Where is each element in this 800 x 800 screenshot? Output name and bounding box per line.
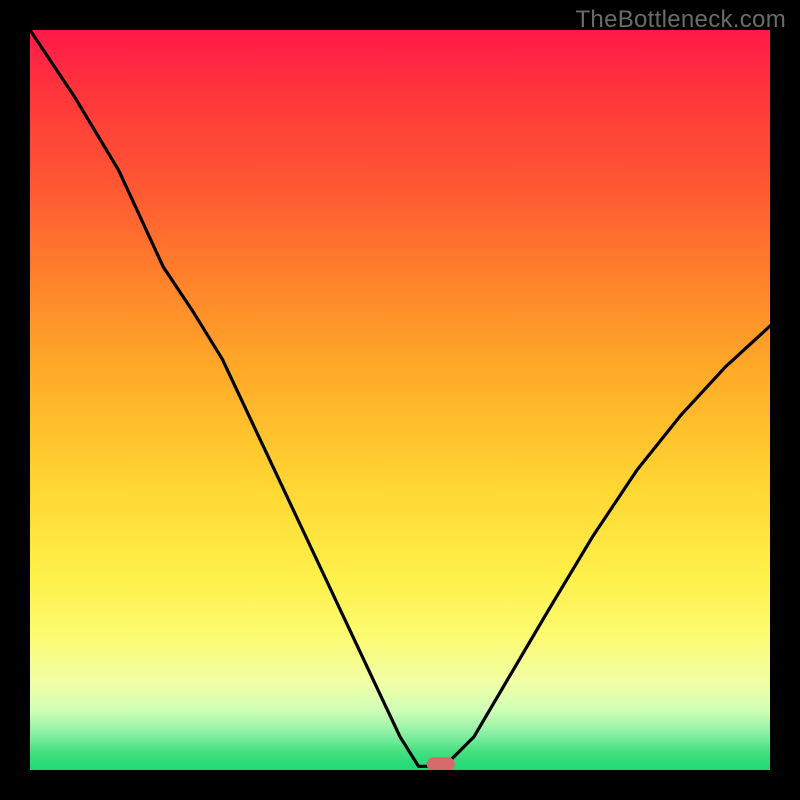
bottleneck-curve — [30, 30, 770, 766]
plot-area — [30, 30, 770, 770]
optimum-marker — [427, 757, 455, 770]
chart-svg — [30, 30, 770, 770]
chart-frame: TheBottleneck.com — [0, 0, 800, 800]
watermark-text: TheBottleneck.com — [575, 6, 786, 34]
